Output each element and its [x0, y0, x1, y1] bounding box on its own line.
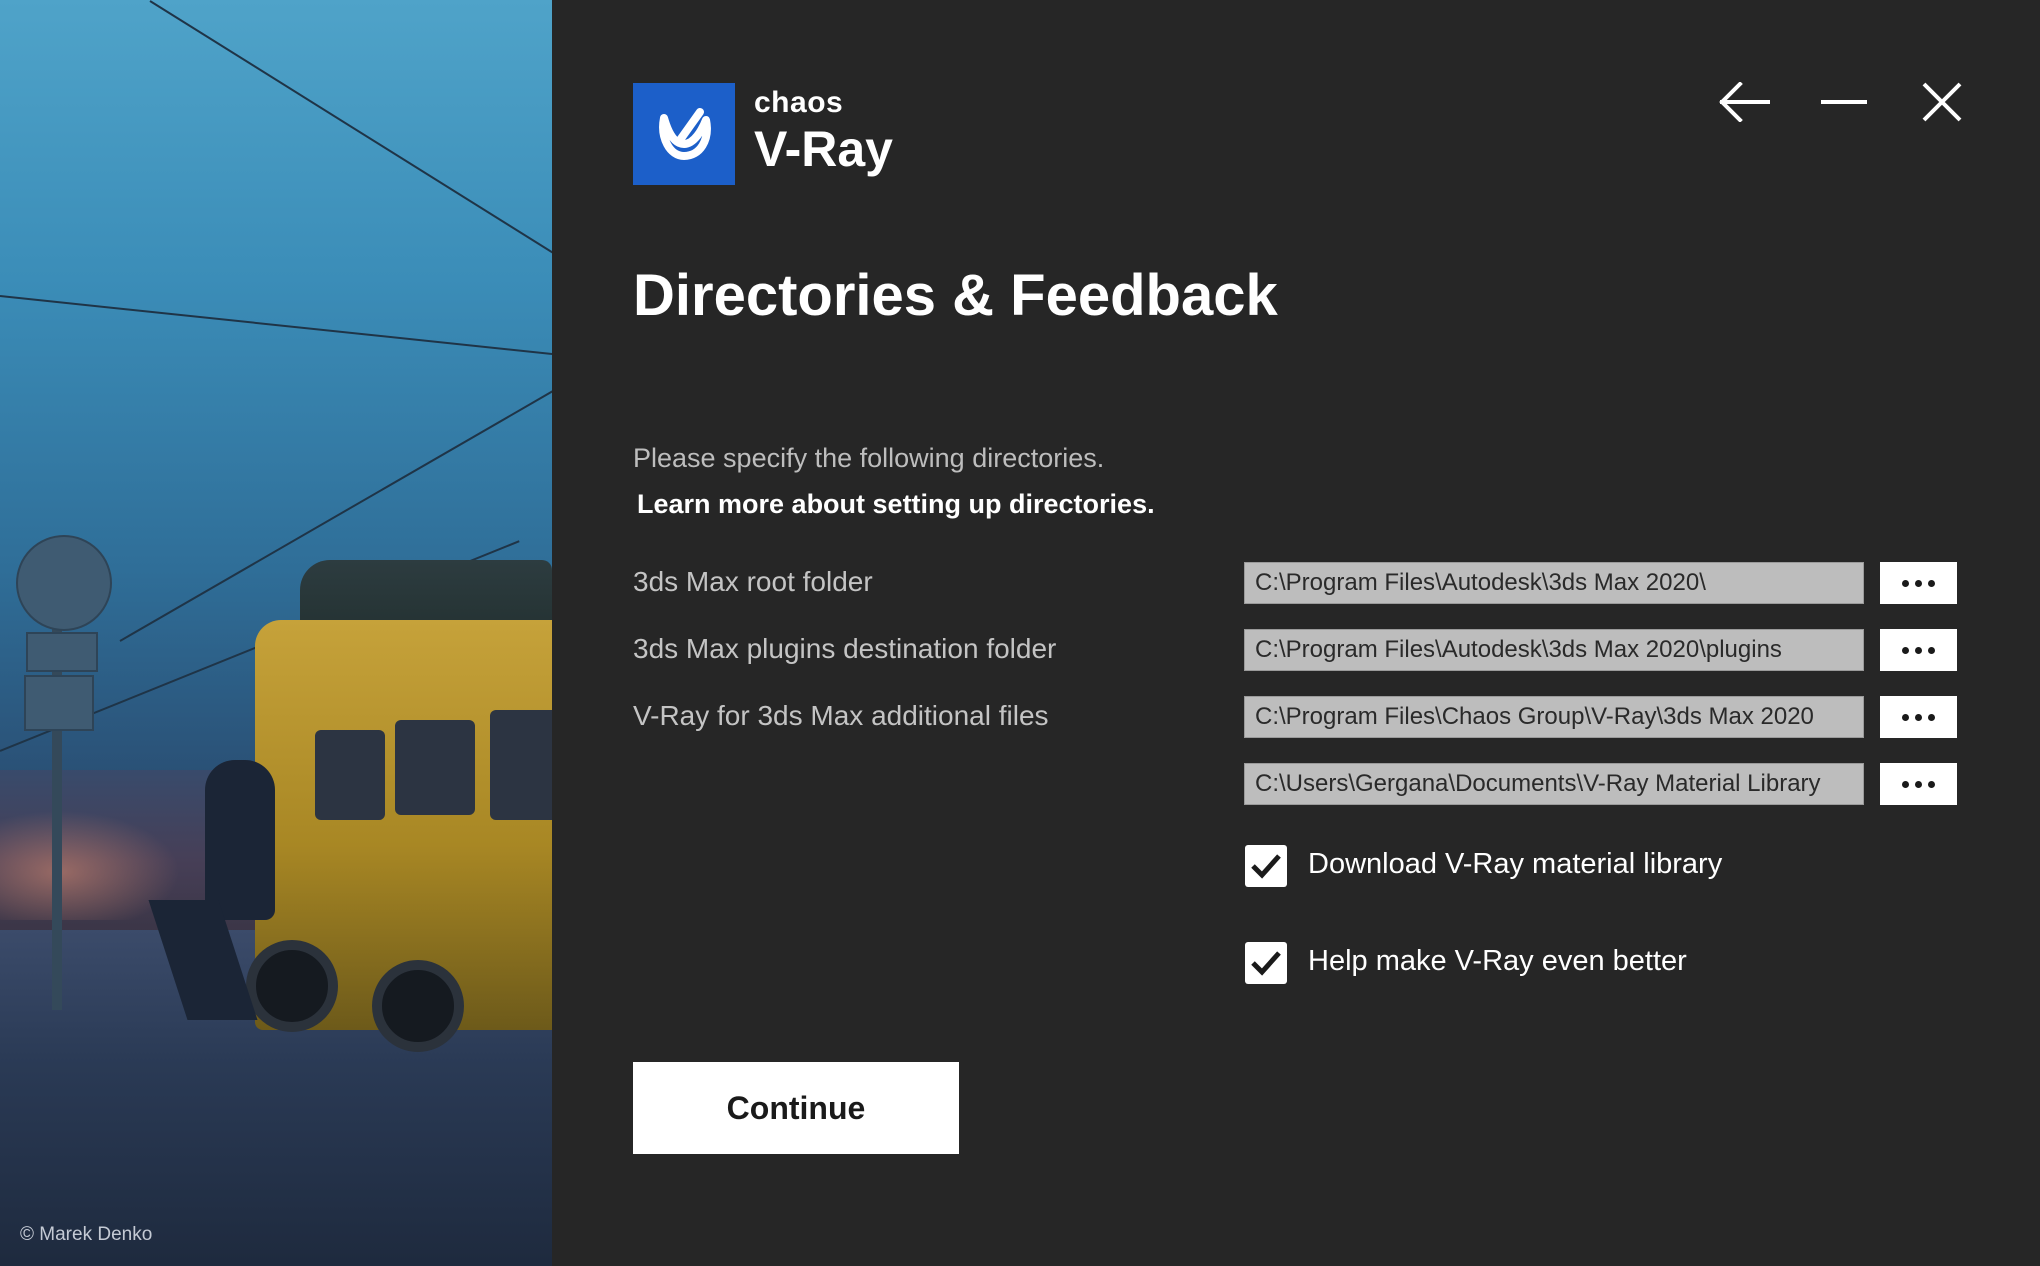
checkmark-icon	[1251, 854, 1281, 879]
additional-files-browse-button[interactable]	[1880, 696, 1957, 738]
root-folder-field[interactable]: C:\Program Files\Autodesk\3ds Max 2020\	[1244, 562, 1864, 604]
root-folder-label: 3ds Max root folder	[633, 566, 873, 597]
additional-files-label: V-Ray for 3ds Max additional files	[633, 700, 1049, 731]
minimize-button[interactable]	[1814, 72, 1874, 132]
page-title: Directories & Feedback	[633, 263, 1278, 328]
plugins-folder-label: 3ds Max plugins destination folder	[633, 633, 1057, 664]
round-road-sign	[16, 535, 112, 631]
tram-wire	[149, 0, 552, 299]
person-figure	[205, 760, 275, 920]
vray-logo	[633, 83, 735, 185]
material-library-browse-button[interactable]	[1880, 763, 1957, 805]
vray-v-logo-icon	[659, 108, 711, 160]
close-button[interactable]	[1912, 72, 1972, 132]
minimize-icon	[1821, 100, 1867, 104]
brand-company: chaos	[754, 86, 844, 119]
intro-text: Please specify the following directories…	[633, 443, 1105, 473]
brand-product: V-Ray	[754, 121, 893, 177]
plugins-folder-browse-button[interactable]	[1880, 629, 1957, 671]
download-library-label: Download V-Ray material library	[1308, 848, 1723, 880]
arrow-left-icon	[1719, 82, 1770, 122]
download-library-checkbox[interactable]	[1245, 845, 1287, 887]
road-sign	[24, 675, 94, 731]
learn-more-link[interactable]: Learn more about setting up directories.	[637, 489, 1155, 520]
root-folder-browse-button[interactable]	[1880, 562, 1957, 604]
van-wheel	[246, 940, 338, 1032]
close-icon	[1922, 82, 1962, 122]
additional-files-field[interactable]: C:\Program Files\Chaos Group\V-Ray\3ds M…	[1244, 696, 1864, 738]
van-wheel	[372, 960, 464, 1052]
tram-wire	[0, 295, 552, 356]
road-sign	[26, 632, 98, 672]
material-library-field[interactable]: C:\Users\Gergana\Documents\V-Ray Materia…	[1244, 763, 1864, 805]
photo-credit: © Marek Denko	[20, 1224, 153, 1245]
plugins-folder-field[interactable]: C:\Program Files\Autodesk\3ds Max 2020\p…	[1244, 629, 1864, 671]
feedback-label: Help make V-Ray even better	[1308, 945, 1687, 977]
feedback-checkbox[interactable]	[1245, 942, 1287, 984]
checkmark-icon	[1251, 951, 1281, 976]
continue-button[interactable]: Continue	[633, 1062, 959, 1154]
hero-photo: © Marek Denko	[0, 0, 552, 1266]
back-button[interactable]	[1714, 72, 1774, 132]
